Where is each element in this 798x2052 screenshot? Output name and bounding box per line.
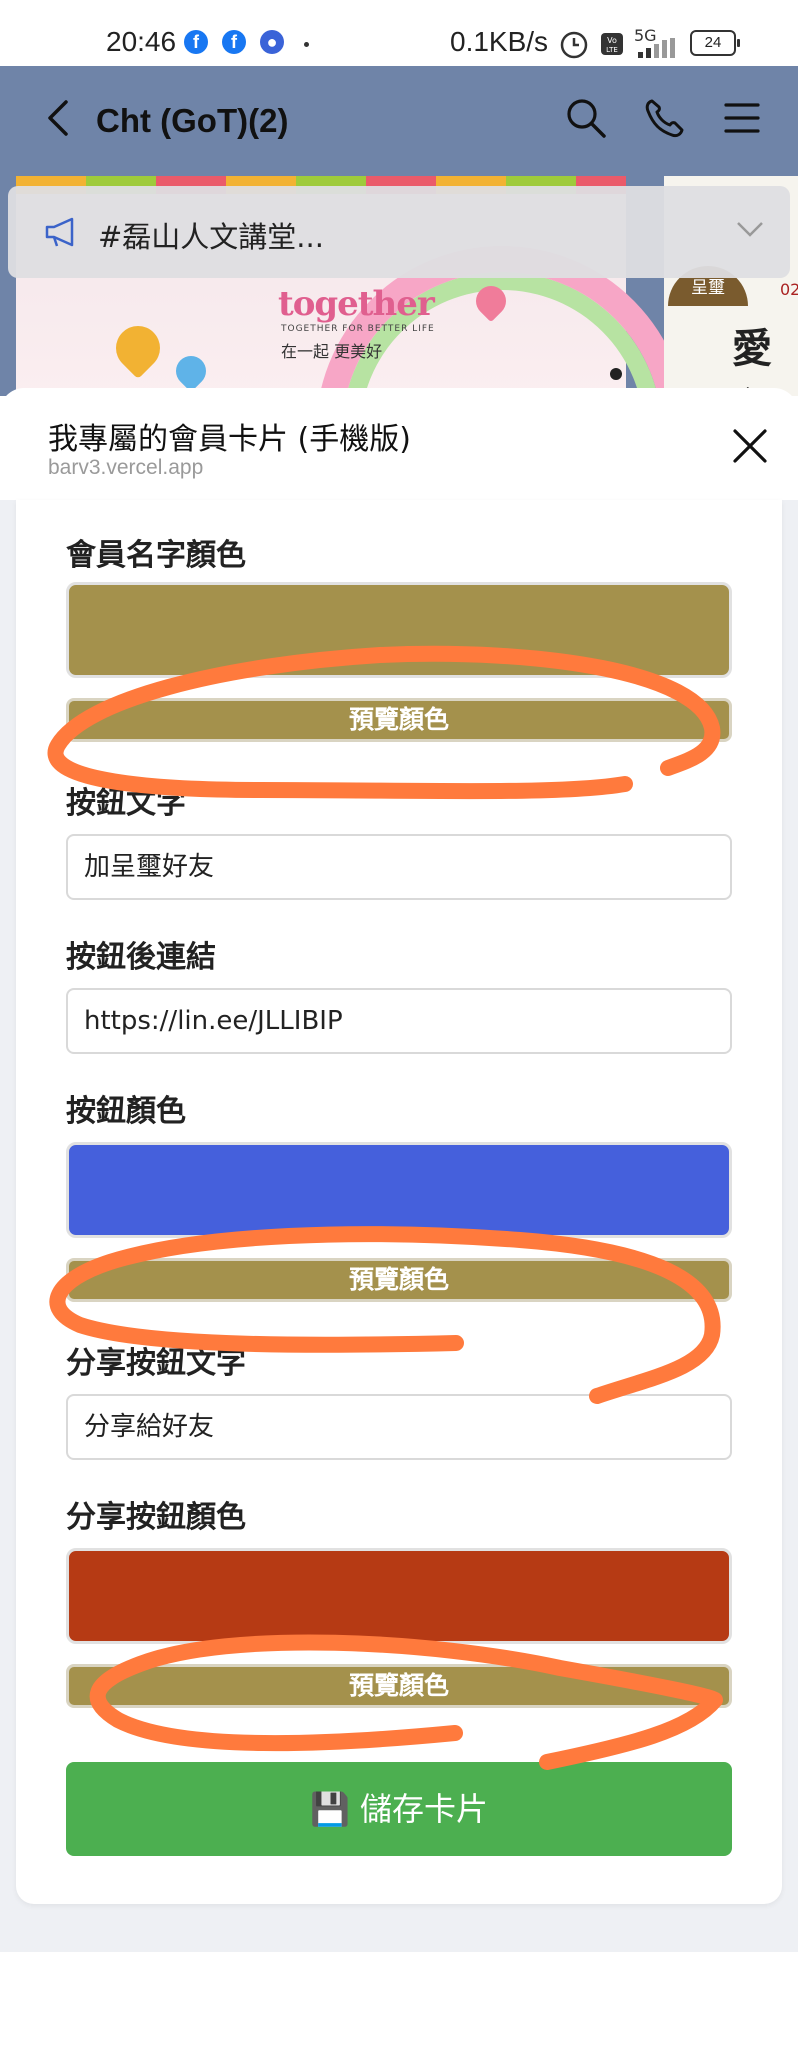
card-heading: 愛心 — [732, 326, 772, 396]
together-subtitle: TOGETHER FOR BETTER LIFE — [281, 324, 435, 334]
button-link-input[interactable]: https://lin.ee/JLLIBIP — [66, 988, 732, 1054]
heart-balloon-icon — [169, 349, 213, 393]
share-text-label: 分享按鈕文字 — [66, 1346, 246, 1381]
chevron-down-icon[interactable] — [736, 220, 764, 238]
status-time: 20:46 — [106, 26, 177, 57]
signal-icon — [638, 38, 675, 58]
button-text-input[interactable]: 加呈璽好友 — [66, 834, 732, 900]
svg-text:Vo: Vo — [607, 36, 617, 45]
battery-indicator: 24 — [690, 30, 740, 56]
alarm-icon — [560, 31, 588, 59]
svg-text:LTE: LTE — [606, 46, 618, 54]
chat-header: Cht (GoT)(2) — [0, 66, 798, 176]
facebook-icon: f — [184, 30, 208, 54]
volte-icon: VoLTE — [601, 33, 623, 55]
button-text-label: 按鈕文字 — [66, 786, 186, 821]
menu-icon[interactable] — [720, 96, 764, 140]
chat-title: Cht (GoT)(2) — [96, 102, 289, 139]
status-bar: 20:46 f f ● 0.1KB/s Vo LTE 5G 24 — [0, 0, 798, 66]
announcement-bar[interactable]: #磊山人文講堂... — [8, 186, 790, 278]
preview-color-button[interactable]: 預覽顏色 — [66, 698, 732, 742]
floppy-disk-icon: 💾 — [309, 1790, 350, 1828]
share-text-input[interactable]: 分享給好友 — [66, 1394, 732, 1460]
phone-icon[interactable] — [642, 96, 686, 140]
back-arrow-icon[interactable] — [40, 96, 80, 140]
together-logo-text: together — [278, 284, 435, 324]
close-icon[interactable] — [730, 426, 770, 466]
heart-balloon-icon — [106, 316, 170, 380]
preview-color-button[interactable]: 預覽顏色 — [66, 1258, 732, 1302]
name-color-label: 會員名字顏色 — [66, 538, 246, 573]
save-card-button[interactable]: 💾 儲存卡片 — [66, 1762, 732, 1856]
carousel-dot — [610, 368, 622, 380]
preview-color-button[interactable]: 預覽顏色 — [66, 1664, 732, 1708]
save-card-label: 儲存卡片 — [360, 1790, 489, 1828]
button-color-label: 按鈕顏色 — [66, 1094, 186, 1129]
webview-sheet-header: 我專屬的會員卡片 (手機版) barv3.vercel.app — [0, 388, 798, 500]
share-color-label: 分享按鈕顏色 — [66, 1500, 246, 1535]
share-color-picker[interactable] — [66, 1548, 732, 1644]
name-color-picker[interactable] — [66, 582, 732, 678]
announcement-text: #磊山人文講堂... — [98, 220, 324, 254]
together-slogan: 在一起 更美好 — [281, 342, 383, 361]
button-color-picker[interactable] — [66, 1142, 732, 1238]
sheet-url: barv3.vercel.app — [48, 456, 204, 479]
navigation-area — [0, 1952, 798, 2052]
network-speed: 0.1KB/s — [450, 26, 549, 57]
card-number: 02 — [780, 280, 798, 299]
more-notifications-dot — [304, 42, 309, 47]
facebook-icon: f — [222, 30, 246, 54]
sheet-title: 我專屬的會員卡片 (手機版) — [48, 422, 411, 457]
button-link-label: 按鈕後連結 — [66, 940, 216, 975]
search-icon[interactable] — [564, 96, 608, 140]
app-notification-icon: ● — [260, 30, 284, 54]
megaphone-icon — [45, 217, 74, 247]
